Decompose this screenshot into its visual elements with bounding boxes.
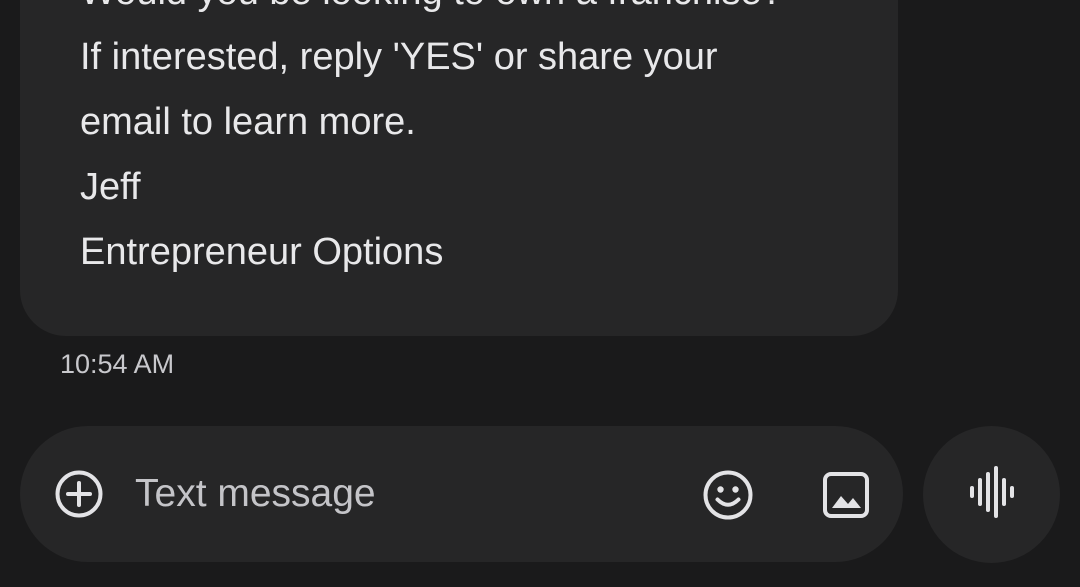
message-line: Would you be looking to own a franchise? <box>80 0 783 25</box>
message-line: Entrepreneur Options <box>80 231 444 273</box>
voice-message-button[interactable] <box>923 426 1060 563</box>
incoming-message-bubble[interactable]: Would you be looking to own a franchise?… <box>20 0 898 336</box>
message-composer <box>20 426 903 562</box>
image-icon[interactable] <box>818 467 874 523</box>
emoji-icon[interactable] <box>700 467 756 523</box>
message-timestamp: 10:54 AM <box>60 349 175 379</box>
message-line: If interested, reply 'YES' or share your <box>80 36 718 78</box>
message-line: email to learn more. <box>80 101 416 143</box>
message-line: Jeff <box>80 166 141 208</box>
message-body: Would you be looking to own a franchise?… <box>80 0 783 285</box>
plus-circle-icon[interactable] <box>52 467 106 521</box>
text-message-input[interactable] <box>135 464 655 524</box>
conversation-screen: Would you be looking to own a franchise?… <box>0 0 1080 587</box>
voice-waveform-icon <box>968 466 1016 523</box>
